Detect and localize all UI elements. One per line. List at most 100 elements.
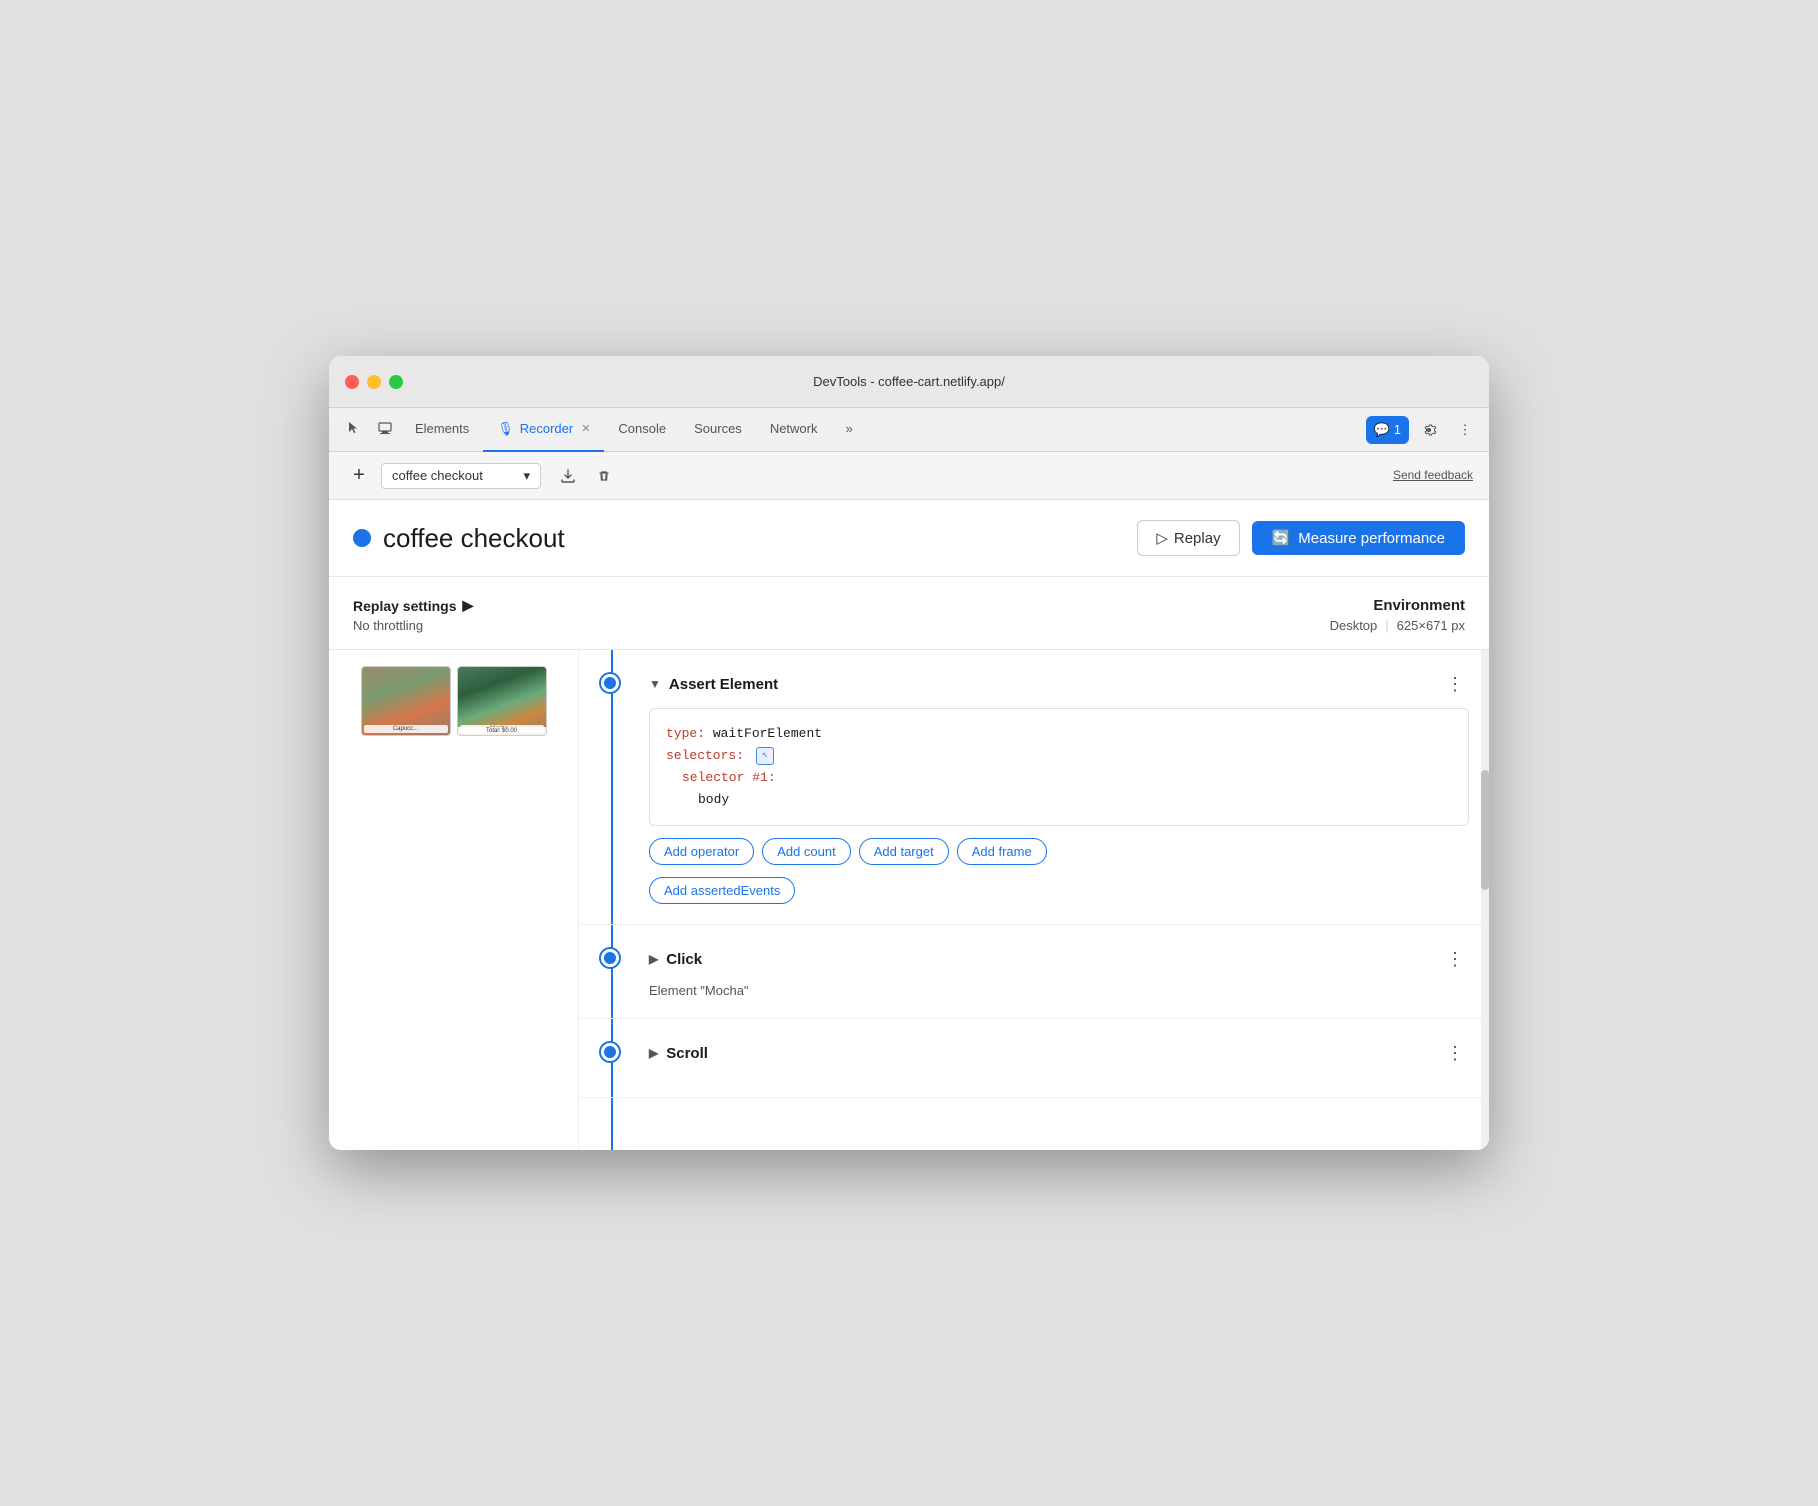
tab-recorder-label: Recorder bbox=[520, 421, 573, 436]
main-content: coffee checkout ▷ Replay 🔄 Measure perfo… bbox=[329, 500, 1489, 1150]
export-button[interactable] bbox=[553, 462, 583, 490]
step-title-3[interactable]: ▶ Scroll bbox=[649, 1045, 708, 1062]
title-bar: DevTools - coffee-cart.netlify.app/ bbox=[329, 356, 1489, 408]
recording-actions: ▷ Replay 🔄 Measure performance bbox=[1137, 520, 1465, 556]
step-menu-button-3[interactable]: ⋮ bbox=[1441, 1039, 1469, 1067]
step-menu-button-2[interactable]: ⋮ bbox=[1441, 945, 1469, 973]
step-subtitle-2: Element "Mocha" bbox=[649, 983, 1469, 998]
tab-sources-label: Sources bbox=[694, 421, 742, 436]
window-title: DevTools - coffee-cart.netlify.app/ bbox=[813, 374, 1005, 389]
code-key-selector1: selector #1: bbox=[682, 770, 776, 785]
step-menu-button-1[interactable]: ⋮ bbox=[1441, 670, 1469, 698]
close-button[interactable] bbox=[345, 375, 359, 389]
code-value-body: body bbox=[698, 792, 729, 807]
thumbnail-2: Mocha... Total: $0.00 bbox=[457, 666, 547, 736]
traffic-lights bbox=[345, 375, 403, 389]
step-title-text-1: Assert Element bbox=[669, 676, 778, 693]
chat-icon: 💬 bbox=[1374, 422, 1390, 438]
steps-area: Capucc... Mocha... Total: $0.00 bbox=[329, 650, 1489, 1150]
fullscreen-button[interactable] bbox=[389, 375, 403, 389]
minimize-button[interactable] bbox=[367, 375, 381, 389]
recording-title-row: coffee checkout bbox=[353, 523, 565, 554]
step-assert-element: ▼ Assert Element ⋮ type: waitForElement … bbox=[579, 650, 1489, 925]
code-line-selectors: selectors: ↖ bbox=[666, 745, 1452, 767]
settings-label-text: Replay settings bbox=[353, 598, 456, 614]
tab-more[interactable]: » bbox=[832, 408, 867, 452]
delete-button[interactable] bbox=[589, 462, 619, 490]
toolbar: + coffee checkout ▾ Send feedback bbox=[329, 452, 1489, 500]
measure-performance-button[interactable]: 🔄 Measure performance bbox=[1252, 521, 1465, 555]
recording-name: coffee checkout bbox=[392, 468, 483, 483]
code-key-type: type: bbox=[666, 726, 705, 741]
step-title-1[interactable]: ▼ Assert Element bbox=[649, 676, 778, 693]
add-target-button[interactable]: Add target bbox=[859, 838, 949, 865]
steps-thumbnail: Capucc... Mocha... Total: $0.00 bbox=[329, 650, 579, 1150]
toolbar-actions bbox=[553, 462, 619, 490]
add-operator-button[interactable]: Add operator bbox=[649, 838, 754, 865]
step-header-1: ▼ Assert Element ⋮ bbox=[649, 670, 1469, 698]
scrollbar-thumb[interactable] bbox=[1481, 770, 1489, 890]
code-line-body: body bbox=[666, 789, 1452, 811]
code-line-selector1: selector #1: bbox=[666, 767, 1452, 789]
recording-header: coffee checkout ▷ Replay 🔄 Measure perfo… bbox=[329, 500, 1489, 577]
step-title-2[interactable]: ▶ Click bbox=[649, 951, 702, 968]
tab-network[interactable]: Network bbox=[756, 408, 832, 452]
settings-left: Replay settings ▶ No throttling bbox=[353, 597, 473, 633]
add-recording-button[interactable]: + bbox=[345, 462, 373, 490]
tab-elements[interactable]: Elements bbox=[401, 408, 483, 452]
thumbnail-1: Capucc... bbox=[361, 666, 451, 736]
selector-icon[interactable]: ↖ bbox=[756, 747, 774, 765]
measure-icon: 🔄 bbox=[1272, 529, 1291, 547]
step-chevron-3: ▶ bbox=[649, 1046, 658, 1060]
code-line-type: type: waitForElement bbox=[666, 723, 1452, 745]
settings-row: Replay settings ▶ No throttling Environm… bbox=[329, 577, 1489, 650]
code-key-selectors: selectors: bbox=[666, 748, 744, 763]
replay-button[interactable]: ▷ Replay bbox=[1137, 520, 1239, 556]
environment-value: Desktop | 625×671 px bbox=[1330, 618, 1465, 633]
step-header-2: ▶ Click ⋮ bbox=[649, 945, 1469, 973]
step-title-text-2: Click bbox=[666, 951, 702, 968]
step-scroll: ▶ Scroll ⋮ bbox=[579, 1019, 1489, 1098]
tab-console[interactable]: Console bbox=[604, 408, 680, 452]
throttling-value: No throttling bbox=[353, 618, 473, 633]
thumbnail-images: Capucc... Mocha... Total: $0.00 bbox=[361, 666, 547, 736]
more-options-button[interactable]: ⋮ bbox=[1449, 416, 1481, 444]
device-icon[interactable] bbox=[369, 414, 401, 445]
step-chevron-2: ▶ bbox=[649, 952, 658, 966]
scrollbar[interactable] bbox=[1481, 650, 1489, 1150]
thumbnail-1-label: Capucc... bbox=[364, 725, 448, 733]
step-header-3: ▶ Scroll ⋮ bbox=[649, 1039, 1469, 1067]
notification-count: 1 bbox=[1394, 422, 1401, 437]
step-chevron-1: ▼ bbox=[649, 677, 661, 691]
send-feedback-link[interactable]: Send feedback bbox=[1393, 468, 1473, 483]
settings-expand-icon: ▶ bbox=[462, 597, 473, 614]
tab-right-icons: 💬 1 ⋮ bbox=[1366, 416, 1481, 444]
recording-status-dot bbox=[353, 529, 371, 547]
add-frame-button[interactable]: Add frame bbox=[957, 838, 1047, 865]
add-count-button[interactable]: Add count bbox=[762, 838, 851, 865]
code-value-type: waitForElement bbox=[713, 726, 822, 741]
kebab-icon: ⋮ bbox=[1459, 422, 1472, 438]
recording-selector[interactable]: coffee checkout ▾ bbox=[381, 463, 541, 489]
environment-label: Environment bbox=[1373, 597, 1465, 614]
notification-button[interactable]: 💬 1 bbox=[1366, 416, 1409, 444]
devtools-window: DevTools - coffee-cart.netlify.app/ Elem… bbox=[329, 356, 1489, 1150]
step-click: ▶ Click ⋮ Element "Mocha" bbox=[579, 925, 1489, 1019]
add-asserted-events-button[interactable]: Add assertedEvents bbox=[649, 877, 795, 904]
step-code-block-1: type: waitForElement selectors: ↖ select… bbox=[649, 708, 1469, 826]
tab-elements-label: Elements bbox=[415, 421, 469, 436]
tab-sources[interactable]: Sources bbox=[680, 408, 756, 452]
recording-title: coffee checkout bbox=[383, 523, 565, 554]
measure-label: Measure performance bbox=[1298, 530, 1445, 547]
step-dot-1 bbox=[601, 674, 619, 692]
action-buttons-1: Add operator Add count Add target Add fr… bbox=[649, 838, 1469, 904]
replay-settings-toggle[interactable]: Replay settings ▶ bbox=[353, 597, 473, 614]
settings-right: Environment Desktop | 625×671 px bbox=[1330, 597, 1465, 633]
tab-close-icon[interactable]: ✕ bbox=[581, 422, 590, 435]
settings-button[interactable] bbox=[1413, 416, 1445, 444]
tab-recorder[interactable]: 🎙 Recorder ✕ bbox=[483, 408, 604, 452]
cursor-icon[interactable] bbox=[337, 414, 369, 445]
step-title-text-3: Scroll bbox=[666, 1045, 708, 1062]
environment-type: Desktop bbox=[1330, 618, 1378, 633]
replay-label: Replay bbox=[1174, 530, 1221, 547]
